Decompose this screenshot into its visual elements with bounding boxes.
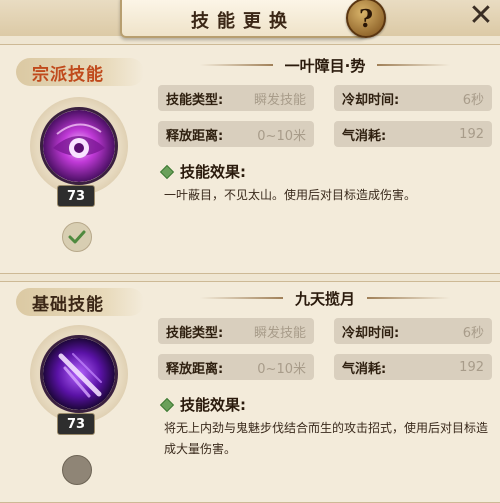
stat-qi-cost: 气消耗: 192 (334, 354, 492, 380)
category-label-sect: 宗派技能 (16, 58, 144, 86)
moon-strike-skill-icon (40, 335, 118, 413)
stat-skill-type: 技能类型: 瞬发技能 (158, 318, 314, 344)
category-label-basic: 基础技能 (16, 288, 144, 316)
ornament-line-right (367, 297, 451, 299)
stat-range: 释放距离: 0~10米 (158, 121, 314, 147)
unselected-toggle[interactable] (62, 455, 92, 485)
eye-skill-icon (40, 107, 118, 185)
effect-heading: 技能效果: (159, 161, 246, 182)
effect-description: 将无上内劲与鬼魅步伐结合而生的攻击招式，使用后对目标造成大量伤害。 (164, 421, 489, 456)
stat-cooldown: 冷却时间: 6秒 (334, 318, 492, 344)
ornament-line-right (377, 64, 451, 66)
ornament-line-left (200, 64, 273, 66)
title-plate: 技能更换 (120, 0, 366, 38)
diamond-icon (159, 397, 175, 412)
skill-icon-frame[interactable] (30, 97, 128, 195)
effect-heading: 技能效果: (159, 394, 246, 415)
selected-check[interactable] (62, 222, 92, 252)
ornament-line-left (200, 297, 283, 299)
stat-skill-type: 技能类型: 瞬发技能 (158, 85, 314, 111)
diamond-icon (159, 164, 175, 179)
stat-cooldown: 冷却时间: 6秒 (334, 85, 492, 111)
skill-name: 九天揽月 (295, 289, 356, 308)
skill-level-badge: 73 (57, 185, 95, 207)
skill-name-row: 一叶障目·势 (200, 51, 451, 79)
skill-level-badge: 73 (57, 413, 95, 435)
question-icon: ? (358, 3, 374, 33)
close-button[interactable]: ✕ (466, 0, 496, 33)
stat-range: 释放距离: 0~10米 (158, 354, 314, 380)
skill-icon-frame[interactable] (30, 325, 128, 423)
skill-panel-basic[interactable]: 基础技能 73 九天揽月 技能类型: 瞬发技能 冷却时间: 6秒 释放距离: 0… (0, 281, 500, 503)
close-icon: ✕ (468, 0, 494, 33)
stat-qi-cost: 气消耗: 192 (334, 121, 492, 147)
page-title: 技能更换 (191, 11, 295, 32)
skill-name: 一叶障目·势 (284, 56, 366, 75)
check-icon (68, 230, 86, 244)
skill-panel-sect[interactable]: 宗派技能 73 一叶障目·势 技能类型: 瞬发技能 冷却时间: 6秒 释放距离:… (0, 44, 500, 274)
effect-description: 一叶蔽目，不见太山。使用后对目标造成伤害。 (164, 188, 417, 202)
skill-name-row: 九天揽月 (200, 284, 451, 312)
